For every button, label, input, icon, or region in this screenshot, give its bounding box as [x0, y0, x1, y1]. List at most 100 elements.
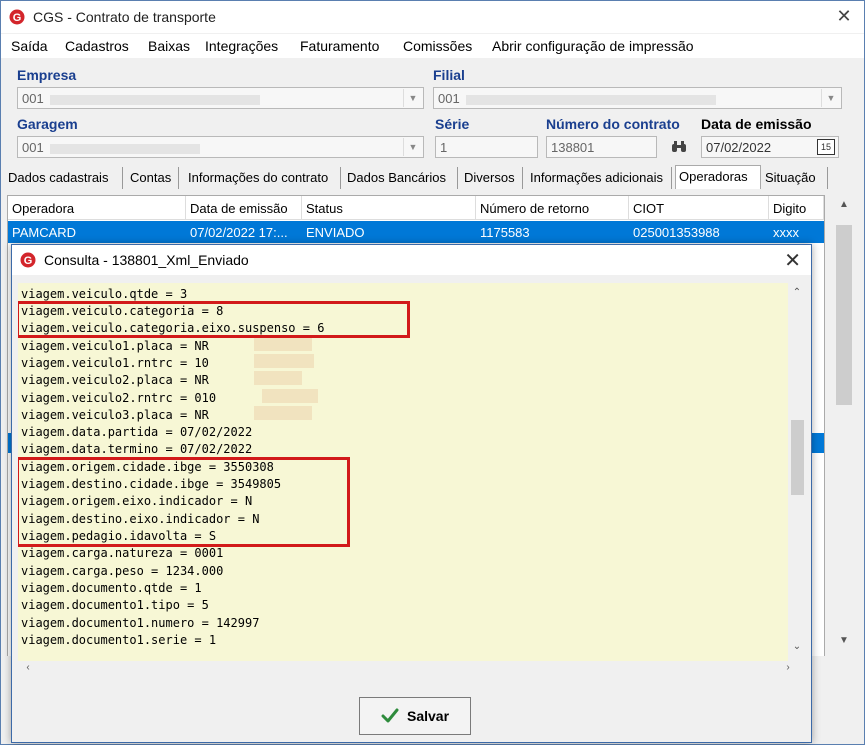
xml-line: viagem.carga.natureza = 0001 [21, 546, 224, 560]
scroll-thumb[interactable] [791, 420, 804, 495]
xml-dialog: G Consulta - 138801_Xml_Enviado ✕ viagem… [11, 244, 812, 743]
chevron-down-icon[interactable]: ▼ [403, 138, 422, 156]
tab-operadoras[interactable]: Operadoras [675, 165, 761, 189]
xml-line: viagem.veiculo3.placa = NR [21, 408, 209, 422]
filial-select[interactable]: 001 ▼ [433, 87, 842, 109]
table-cell: 1175583 [480, 225, 530, 240]
menu-baixas[interactable]: Baixas [148, 38, 190, 54]
tab-contas[interactable]: Contas [127, 167, 179, 189]
redacted-text [254, 354, 314, 368]
table-row[interactable]: PAMCARD 07/02/2022 17:... ENVIADO 117558… [8, 221, 824, 243]
numero-contrato-field[interactable]: 138801 [546, 136, 657, 158]
menu-faturamento[interactable]: Faturamento [300, 38, 379, 54]
scroll-up-icon[interactable]: ▲ [836, 199, 852, 210]
column-header[interactable]: Digito [769, 196, 824, 220]
xml-line: viagem.veiculo1.placa = NR [21, 339, 209, 353]
xml-line: viagem.veiculo2.placa = NR [21, 373, 209, 387]
scroll-down-icon[interactable]: ⌄ [789, 641, 805, 652]
serie-field[interactable]: 1 [435, 136, 538, 158]
redacted-text [465, 94, 716, 105]
scroll-left-icon[interactable]: ‹ [20, 662, 36, 673]
cgs-logo-icon: G [9, 9, 25, 25]
tab-situacao[interactable]: Situação [762, 167, 828, 189]
title-bar: G CGS - Contrato de transporte ✕ [1, 1, 864, 33]
filial-label: Filial [433, 67, 465, 83]
redacted-text [262, 389, 318, 403]
scroll-thumb[interactable] [836, 225, 852, 405]
xml-line: viagem.data.termino = 07/02/2022 [21, 442, 253, 456]
xml-vertical-scrollbar[interactable]: ⌃ ⌄ [788, 283, 806, 661]
close-icon[interactable]: ✕ [784, 248, 801, 273]
empresa-select[interactable]: 001 ▼ [17, 87, 424, 109]
tab-informacoes-contrato[interactable]: Informações do contrato [185, 167, 341, 189]
tab-strip: Dados cadastrais Contas Informações do c… [5, 165, 864, 189]
menu-abrir-config-impressao[interactable]: Abrir configuração de impressão [492, 38, 694, 54]
data-emissao-label: Data de emissão [701, 116, 812, 132]
scroll-up-icon[interactable]: ⌃ [789, 287, 805, 298]
garagem-value: 001 [22, 140, 44, 155]
column-header[interactable]: CIOT [629, 196, 769, 220]
garagem-select[interactable]: 001 ▼ [17, 136, 424, 158]
menu-comissoes[interactable]: Comissões [403, 38, 472, 54]
table-cell: xxxx [773, 225, 799, 240]
tab-diversos[interactable]: Diversos [461, 167, 523, 189]
scroll-down-icon[interactable]: ▼ [836, 635, 852, 646]
data-emissao-field[interactable]: 07/02/2022 15 [701, 136, 839, 158]
empresa-value: 001 [22, 91, 44, 106]
calendar-icon[interactable]: 15 [817, 139, 835, 155]
svg-text:G: G [24, 255, 33, 267]
table-cell: 025001353988 [633, 225, 720, 240]
serie-label: Série [435, 116, 470, 132]
xml-line: viagem.data.partida = 07/02/2022 [21, 425, 253, 439]
garagem-label: Garagem [17, 116, 78, 132]
scroll-right-icon[interactable]: › [780, 662, 796, 673]
menu-bar: Saída Cadastros Baixas Integrações Fatur… [1, 34, 864, 58]
redacted-text [254, 406, 312, 420]
column-header[interactable]: Status [302, 196, 476, 220]
xml-line: viagem.veiculo2.rntrc = 010 [21, 391, 217, 405]
column-header[interactable]: Data de emissão [186, 196, 302, 220]
menu-saida[interactable]: Saída [11, 38, 48, 54]
xml-text-area[interactable]: viagem.veiculo.qtde = 3 viagem.veiculo.c… [18, 283, 788, 661]
xml-line: viagem.documento1.serie = 1 [21, 633, 217, 647]
redacted-text [254, 337, 312, 351]
xml-line: viagem.veiculo1.rntrc = 10 [21, 356, 209, 370]
close-icon[interactable]: ✕ [834, 6, 854, 27]
svg-text:G: G [13, 12, 22, 24]
xml-line: viagem.documento.qtde = 1 [21, 581, 202, 595]
save-button-label: Salvar [407, 708, 450, 724]
numero-contrato-label: Número do contrato [546, 116, 680, 132]
empresa-label: Empresa [17, 67, 77, 83]
chevron-down-icon[interactable]: ▼ [403, 89, 422, 107]
menu-cadastros[interactable]: Cadastros [65, 38, 129, 54]
tab-dados-cadastrais[interactable]: Dados cadastrais [5, 167, 123, 189]
xml-line: viagem.veiculo.qtde = 3 [21, 287, 188, 301]
redacted-text [49, 143, 200, 154]
highlight-box [18, 301, 410, 338]
table-cell: PAMCARD [12, 225, 77, 240]
dialog-title-bar: G Consulta - 138801_Xml_Enviado ✕ [12, 245, 811, 275]
highlight-box [18, 457, 350, 547]
tab-informacoes-adicionais[interactable]: Informações adicionais [527, 167, 672, 189]
menu-integracoes[interactable]: Integrações [205, 38, 278, 54]
grid-scrollbar[interactable]: ▲ ▼ [833, 195, 855, 655]
xml-horizontal-scrollbar[interactable]: ‹ › [18, 661, 806, 679]
save-button[interactable]: Salvar [359, 697, 471, 735]
dialog-title: Consulta - 138801_Xml_Enviado [44, 252, 249, 268]
window-title: CGS - Contrato de transporte [33, 9, 216, 25]
table-cell: 07/02/2022 17:... [190, 225, 288, 240]
contract-form: Empresa 001 ▼ Filial 001 ▼ Garagem 001 ▼… [1, 58, 864, 166]
column-header[interactable]: Operadora [8, 196, 186, 220]
cgs-logo-icon: G [20, 252, 36, 268]
redacted-text [254, 371, 302, 385]
xml-line: viagem.documento1.numero = 142997 [21, 616, 260, 630]
data-emissao-value: 07/02/2022 [706, 140, 772, 155]
binoculars-icon[interactable] [671, 140, 687, 154]
xml-line: viagem.carga.peso = 1234.000 [21, 564, 224, 578]
column-header[interactable]: Número de retorno [476, 196, 629, 220]
chevron-down-icon[interactable]: ▼ [821, 89, 840, 107]
table-cell: ENVIADO [306, 225, 365, 240]
redacted-text [49, 94, 260, 105]
tab-dados-bancarios[interactable]: Dados Bancários [344, 167, 458, 189]
filial-value: 001 [438, 91, 460, 106]
